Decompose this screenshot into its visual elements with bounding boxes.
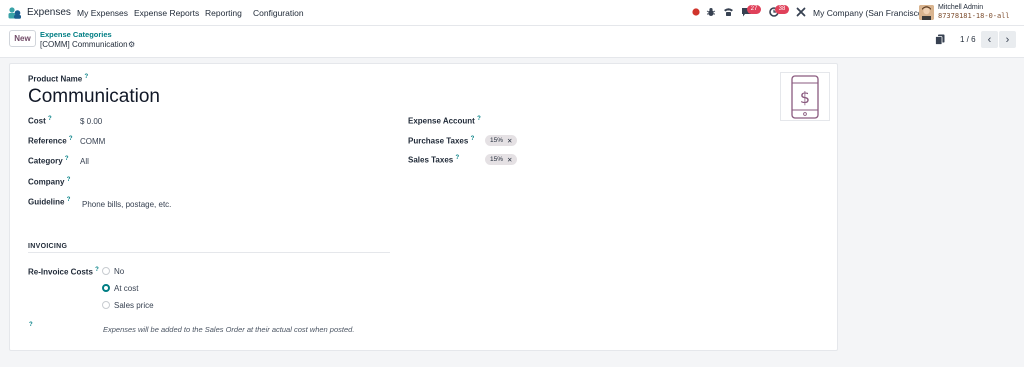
form-sheet: Product Name ? Communication $ Cost ? $ … (9, 63, 838, 351)
purchase-tax-tag: 15% ✕ (485, 135, 518, 146)
invoicing-section-title: INVOICING (28, 243, 68, 250)
reference-field[interactable]: COMM (80, 137, 105, 146)
company-field[interactable] (80, 177, 380, 187)
chat-count-badge: 27 (747, 5, 761, 14)
svg-text:$: $ (800, 88, 810, 107)
expense-account-label: Expense Account ? (408, 116, 481, 126)
phone-dollar-icon: $ (791, 74, 819, 119)
settings-tools-icon[interactable] (795, 6, 807, 18)
record-icon[interactable] (690, 6, 702, 18)
top-navbar: Expenses My Expenses Expense Reports Rep… (0, 0, 1024, 26)
user-name[interactable]: Mitchell Admin (938, 4, 983, 11)
cost-field[interactable]: $ 0.00 (80, 117, 102, 126)
help-tooltip: ? (84, 74, 89, 80)
database-name: 87378181-18-0-all (938, 12, 1010, 20)
activity-count-badge: 38 (775, 5, 789, 14)
menu-my-expenses[interactable]: My Expenses (77, 8, 128, 18)
copy-icon[interactable] (935, 34, 945, 45)
section-divider (28, 252, 390, 253)
pager-next-button[interactable]: › (999, 31, 1016, 48)
company-switcher[interactable]: My Company (San Francisco) (813, 8, 925, 18)
breadcrumb-current: [COMM] Communication (40, 40, 128, 49)
category-field[interactable]: All (80, 157, 89, 166)
user-avatar[interactable] (919, 5, 934, 20)
app-name[interactable]: Expenses (27, 7, 71, 18)
remove-tag-icon[interactable]: ✕ (507, 137, 512, 145)
phone-icon[interactable] (722, 6, 734, 18)
cost-label: Cost ? (28, 116, 52, 126)
radio-no[interactable] (102, 267, 110, 275)
sales-taxes-label: Sales Taxes ? (408, 155, 460, 165)
pager-value[interactable]: 1 / 6 (960, 35, 976, 44)
reinvoice-help-text: Expenses will be added to the Sales Orde… (103, 325, 355, 334)
breadcrumb-parent[interactable]: Expense Categories (40, 30, 112, 39)
expense-account-field[interactable] (485, 116, 815, 126)
remove-tag-icon[interactable]: ✕ (507, 156, 512, 164)
purchase-taxes-label: Purchase Taxes ? (408, 136, 475, 146)
gear-icon[interactable]: ⚙ (128, 40, 135, 49)
expenses-app-icon[interactable] (8, 7, 21, 19)
radio-sales-price-label[interactable]: Sales price (114, 301, 154, 310)
reference-label: Reference ? (28, 136, 73, 146)
guideline-field[interactable]: Phone bills, postage, etc. (82, 200, 171, 209)
menu-configuration[interactable]: Configuration (253, 8, 304, 18)
radio-at-cost[interactable] (102, 284, 110, 292)
pager-previous-button[interactable]: ‹ (981, 31, 998, 48)
bug-icon[interactable] (705, 6, 717, 18)
menu-expense-reports[interactable]: Expense Reports (134, 8, 199, 18)
menu-reporting[interactable]: Reporting (205, 8, 242, 18)
radio-at-cost-label[interactable]: At cost (114, 284, 138, 293)
reinvoice-costs-label: Re-Invoice Costs ? (28, 267, 99, 277)
radio-sales-price[interactable] (102, 301, 110, 309)
product-image[interactable]: $ (780, 72, 830, 121)
help-tooltip[interactable]: ? (29, 322, 33, 328)
category-label: Category ? (28, 156, 69, 166)
guideline-label: Guideline ? (28, 197, 71, 207)
product-name-label: Product Name ? (28, 74, 89, 84)
sales-tax-tag: 15% ✕ (485, 154, 518, 165)
radio-no-label[interactable]: No (114, 267, 124, 276)
new-button[interactable]: New (9, 30, 36, 47)
company-label: Company ? (28, 177, 71, 187)
control-panel: New Expense Categories [COMM] Communicat… (0, 26, 1024, 58)
product-name-field[interactable]: Communication (28, 86, 160, 108)
